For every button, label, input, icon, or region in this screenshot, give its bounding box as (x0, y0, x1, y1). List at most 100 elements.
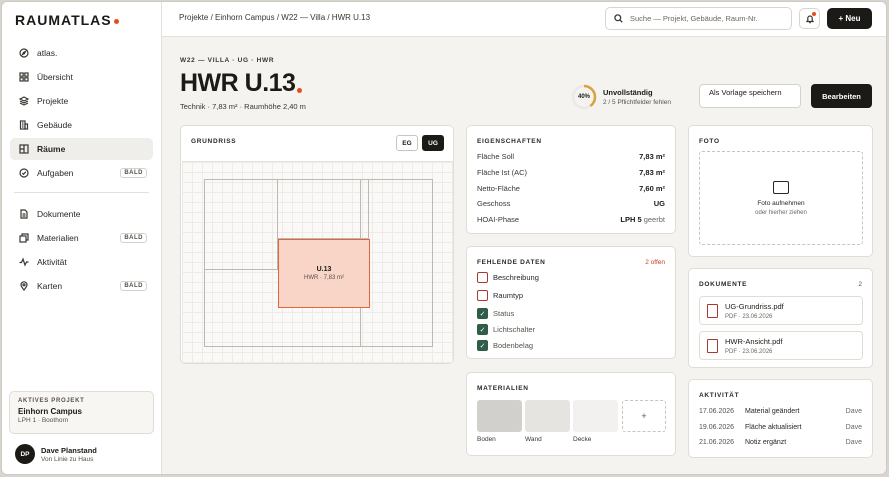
material-label: Wand (525, 436, 542, 443)
grid-icon (18, 71, 30, 83)
missing-item-raumtyp[interactable]: Raumtyp (477, 290, 523, 301)
missing-item-status[interactable]: ✓ Status (477, 308, 514, 319)
missing-item-label: Lichtschalter (493, 325, 536, 334)
active-project-card[interactable]: AKTIVES PROJEKT Einhorn Campus LPH 1 · B… (9, 391, 154, 434)
avatar: DP (15, 444, 35, 464)
photo-card: FOTO Foto aufnehmen oder hierher ziehen (688, 125, 873, 257)
floor-tab-eg[interactable]: EG (396, 135, 418, 151)
sidebar-item-uebersicht[interactable]: Übersicht (10, 66, 153, 88)
photo-dropzone[interactable]: Foto aufnehmen oder hierher ziehen (699, 151, 863, 245)
floorplan-title: GRUNDRISS (191, 138, 237, 145)
activity-text: Notiz ergänzt (745, 439, 787, 446)
missing-data-card: FEHLENDE DATEN 2 offen Beschreibung Raum… (466, 246, 676, 359)
property-label: HOAI-Phase (477, 215, 520, 224)
room-u13[interactable]: U.13 HWR · 7,83 m² (278, 239, 370, 308)
checkbox[interactable] (477, 290, 488, 301)
sidebar-item-projekte[interactable]: Projekte (10, 90, 153, 112)
active-project-sub: LPH 1 · Boothorn (18, 417, 69, 424)
property-label: Geschoss (477, 199, 511, 208)
checkbox[interactable] (477, 272, 488, 283)
property-value: LPH 5 geerbt (620, 215, 665, 224)
document-item[interactable]: HWR-Ansicht.pdf PDF · 23.06.2026 (699, 331, 863, 360)
new-button[interactable]: + Neu (827, 8, 872, 29)
logo[interactable]: RAUMATLAS (15, 12, 119, 28)
property-row: Netto-Fläche 7,60 m² (477, 184, 665, 193)
floorplan-canvas[interactable]: U.13 HWR · 7,83 m² (182, 161, 453, 363)
property-value: 7,83 m² (639, 168, 665, 177)
materials-title: MATERIALIEN (477, 385, 529, 392)
active-project-name: Einhorn Campus (18, 407, 83, 416)
missing-item-lichtschalter[interactable]: ✓ Lichtschalter (477, 324, 535, 335)
activity-date: 17.06.2026 (699, 408, 735, 415)
property-value: UG (653, 199, 665, 208)
material-label: Boden (477, 436, 496, 443)
document-icon (18, 208, 30, 220)
sidebar-item-materialien[interactable]: Materialien BALD (10, 227, 153, 249)
material-swatch-boden[interactable] (477, 400, 522, 432)
material-swatch-decke[interactable] (573, 400, 618, 432)
document-item[interactable]: UG-Grundriss.pdf PDF · 23.06.2026 (699, 296, 863, 325)
material-swatch-wand[interactable] (525, 400, 570, 432)
documents-count: 2 (858, 281, 862, 288)
documents-card: DOKUMENTE 2 UG-Grundriss.pdf PDF · 23.06.… (688, 268, 873, 368)
property-label: Fläche Soll (477, 152, 515, 161)
materials-card: MATERIALIEN Boden Wand Decke + (466, 372, 676, 456)
sidebar-item-karten[interactable]: Karten BALD (10, 275, 153, 297)
room-meta: Technik · 7,83 m² · Raumhöhe 2,40 m (180, 102, 306, 111)
sidebar-item-dokumente[interactable]: Dokumente (10, 203, 153, 225)
search-icon (614, 14, 623, 23)
property-row: Geschoss UG (477, 199, 665, 208)
sidebar-item-aufgaben[interactable]: Aufgaben BALD (10, 162, 153, 184)
property-label: Netto-Fläche (477, 184, 520, 193)
breadcrumb[interactable]: Projekte / Einhorn Campus / W22 — Villa … (179, 13, 370, 22)
sidebar-item-label: Karten (37, 281, 63, 291)
app-window: RAUMATLAS atlas. Übersicht Projekte Gebä… (1, 1, 887, 475)
activity-user: Dave (845, 439, 862, 446)
sidebar: RAUMATLAS atlas. Übersicht Projekte Gebä… (2, 2, 162, 474)
sidebar-item-atlas[interactable]: atlas. (10, 42, 153, 64)
notifications-button[interactable] (799, 8, 820, 29)
save-as-template-button[interactable]: Als Vorlage speichern (699, 84, 801, 108)
sidebar-item-label: Räume (37, 144, 66, 154)
checkbox-checked[interactable]: ✓ (477, 324, 488, 335)
title-dot (297, 88, 303, 93)
completeness-indicator: 40% Unvollständig 2 / 5 Pflichtfelder fe… (571, 84, 671, 110)
soon-badge: BALD (120, 233, 147, 243)
activity-card: AKTIVITÄT 17.06.2026 Material geändert Dav… (688, 379, 873, 458)
search-input[interactable]: Suche — Projekt, Gebäude, Raum-Nr. (605, 7, 792, 30)
property-value-suffix: geerbt (643, 215, 665, 224)
pdf-file-icon (707, 338, 718, 353)
activity-icon (18, 256, 30, 268)
edit-button[interactable]: Bearbeiten (811, 84, 872, 108)
property-row: Fläche Soll 7,83 m² (477, 152, 665, 161)
floor-tab-ug[interactable]: UG (422, 135, 444, 151)
property-label: Fläche Ist (AC) (477, 168, 528, 177)
activity-row: 17.06.2026 Material geändert Dave (699, 408, 862, 415)
document-name: UG-Grundriss.pdf (725, 301, 784, 311)
sidebar-item-gebaeude[interactable]: Gebäude (10, 114, 153, 136)
missing-count: 2 offen (645, 259, 665, 266)
compass-icon (18, 47, 30, 59)
progress-percent: 40% (577, 94, 590, 100)
check-circle-icon (18, 167, 30, 179)
room-label: U.13 (316, 266, 332, 273)
floorplan-icon (18, 143, 30, 155)
activity-text: Material geändert (745, 408, 800, 415)
plan-wall (278, 179, 369, 239)
document-name: HWR-Ansicht.pdf (725, 336, 783, 346)
missing-item-bodenbelag[interactable]: ✓ Bodenbelag (477, 340, 533, 351)
sidebar-item-label: Materialien (37, 233, 79, 243)
sidebar-item-label: atlas. (37, 48, 58, 58)
room-kicker: W22 — VILLA · UG · HWR (180, 57, 275, 64)
missing-item-beschreibung[interactable]: Beschreibung (477, 272, 539, 283)
checkbox-checked[interactable]: ✓ (477, 340, 488, 351)
photo-secondary: oder hierher ziehen (755, 209, 807, 216)
user-profile[interactable]: DP Dave Planstand Von Linie zu Haus (15, 444, 97, 464)
add-material-button[interactable]: + (622, 400, 666, 432)
sidebar-item-raeume[interactable]: Räume (10, 138, 153, 160)
user-name: Dave Planstand (41, 445, 97, 455)
documents-title: DOKUMENTE (699, 281, 748, 288)
sidebar-item-aktivitaet[interactable]: Aktivität (10, 251, 153, 273)
building-icon (18, 119, 30, 131)
checkbox-checked[interactable]: ✓ (477, 308, 488, 319)
